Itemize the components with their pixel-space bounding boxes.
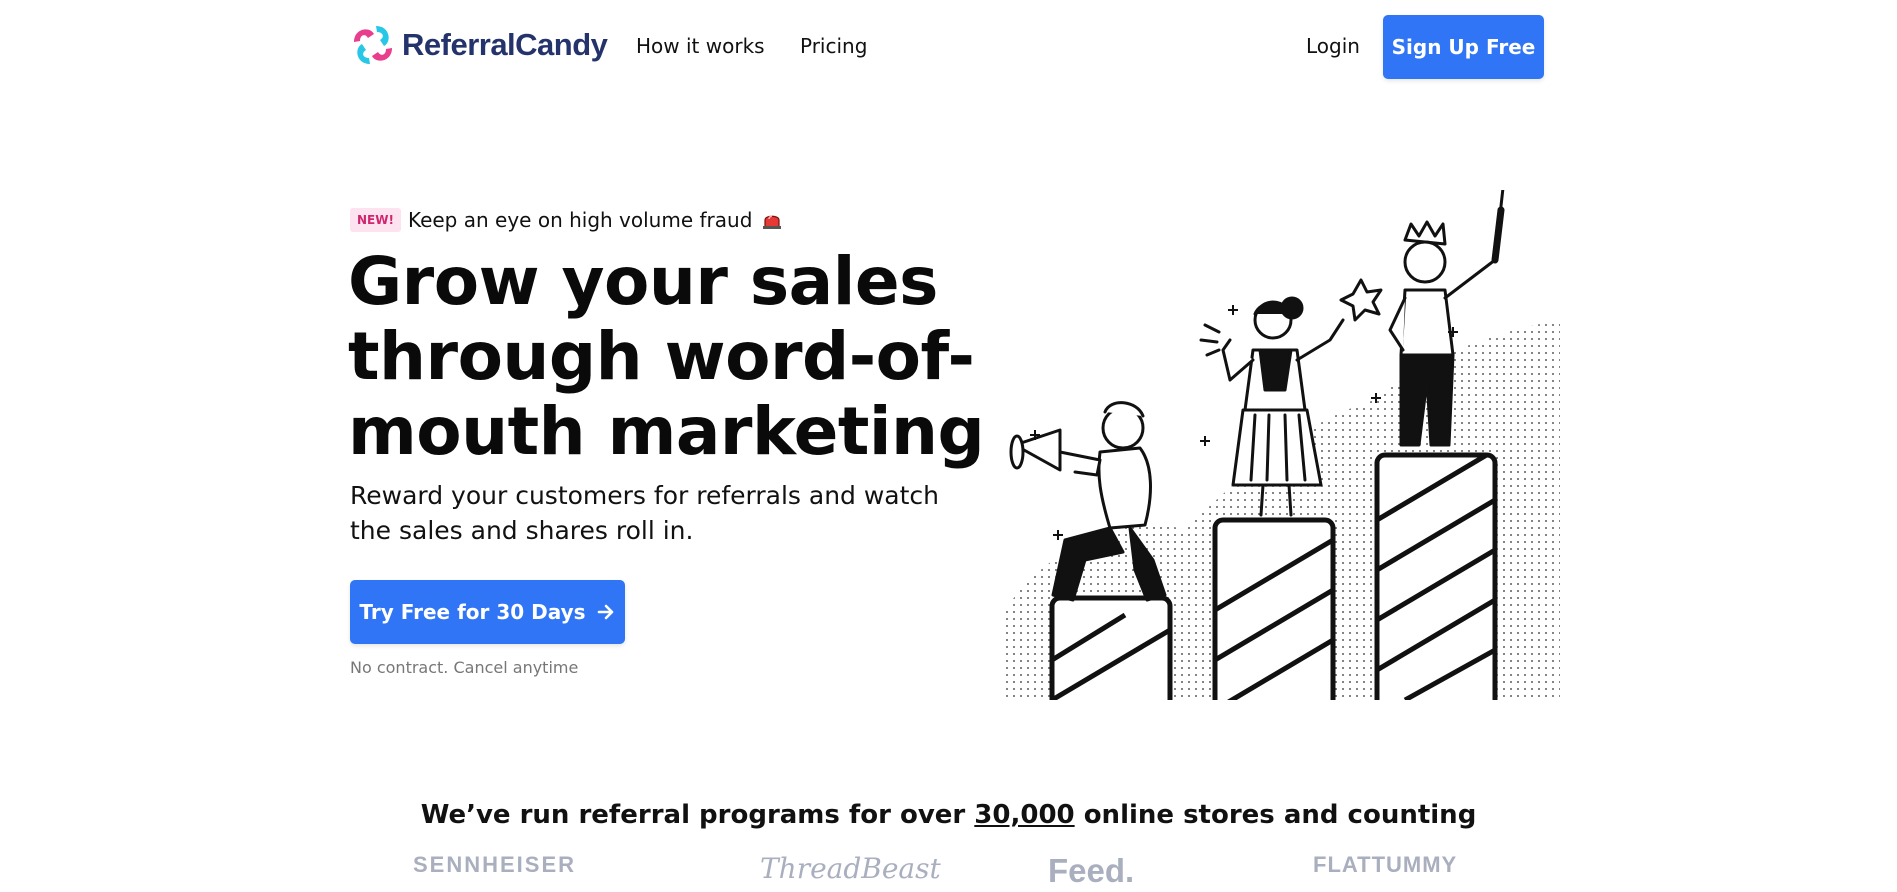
logo-flattummy: FLATTUMMY [1313,852,1458,877]
headline-line-2: through word-of- [348,318,975,395]
hero-subheadline: Reward your customers for referrals and … [350,478,990,548]
social-proof-after: online stores and counting [1074,800,1477,830]
hero-headline: Grow your sales through word-of- mouth m… [348,244,988,469]
announcement-text: Keep an eye on high volume fraud [407,208,753,232]
try-free-button[interactable]: Try Free for 30 Days [350,580,625,644]
siren-icon [763,215,782,229]
headline-line-1: Grow your sales [348,243,938,320]
subheadline-line-2: the sales and shares roll in. [350,516,694,545]
social-proof-heading: We’ve run referral programs for over 30,… [0,800,1897,830]
hero-illustration [1005,190,1560,700]
nav-link-how-it-works[interactable]: How it works [636,34,765,58]
brand-logo[interactable]: ReferralCandy [350,22,608,68]
store-count: 30,000 [974,800,1075,830]
logo-threadbeast: ThreadBeast [760,852,941,885]
new-badge: NEW! [350,208,401,232]
sign-up-button[interactable]: Sign Up Free [1383,15,1544,79]
top-navigation: ReferralCandy How it works Pricing Login… [0,0,1897,95]
brand-name: ReferralCandy [402,27,608,62]
arrow-right-icon [597,604,613,620]
headline-line-3: mouth marketing [348,393,985,470]
subheadline-line-1: Reward your customers for referrals and … [350,481,940,510]
social-proof-before: We’ve run referral programs for over [420,800,975,830]
candy-swirl-logo-icon [354,26,392,64]
try-free-label: Try Free for 30 Days [359,600,586,624]
logo-feed: Feed. [1048,852,1135,889]
nav-link-pricing[interactable]: Pricing [800,34,867,58]
customer-logos: SENNHEISER ThreadBeast Feed. FLATTUMMY [0,852,1897,892]
announcement-bar[interactable]: NEW! Keep an eye on high volume fraud [350,208,783,232]
logo-sennheiser: SENNHEISER [413,852,577,877]
fine-print: No contract. Cancel anytime [350,658,579,677]
login-link[interactable]: Login [1306,34,1360,58]
